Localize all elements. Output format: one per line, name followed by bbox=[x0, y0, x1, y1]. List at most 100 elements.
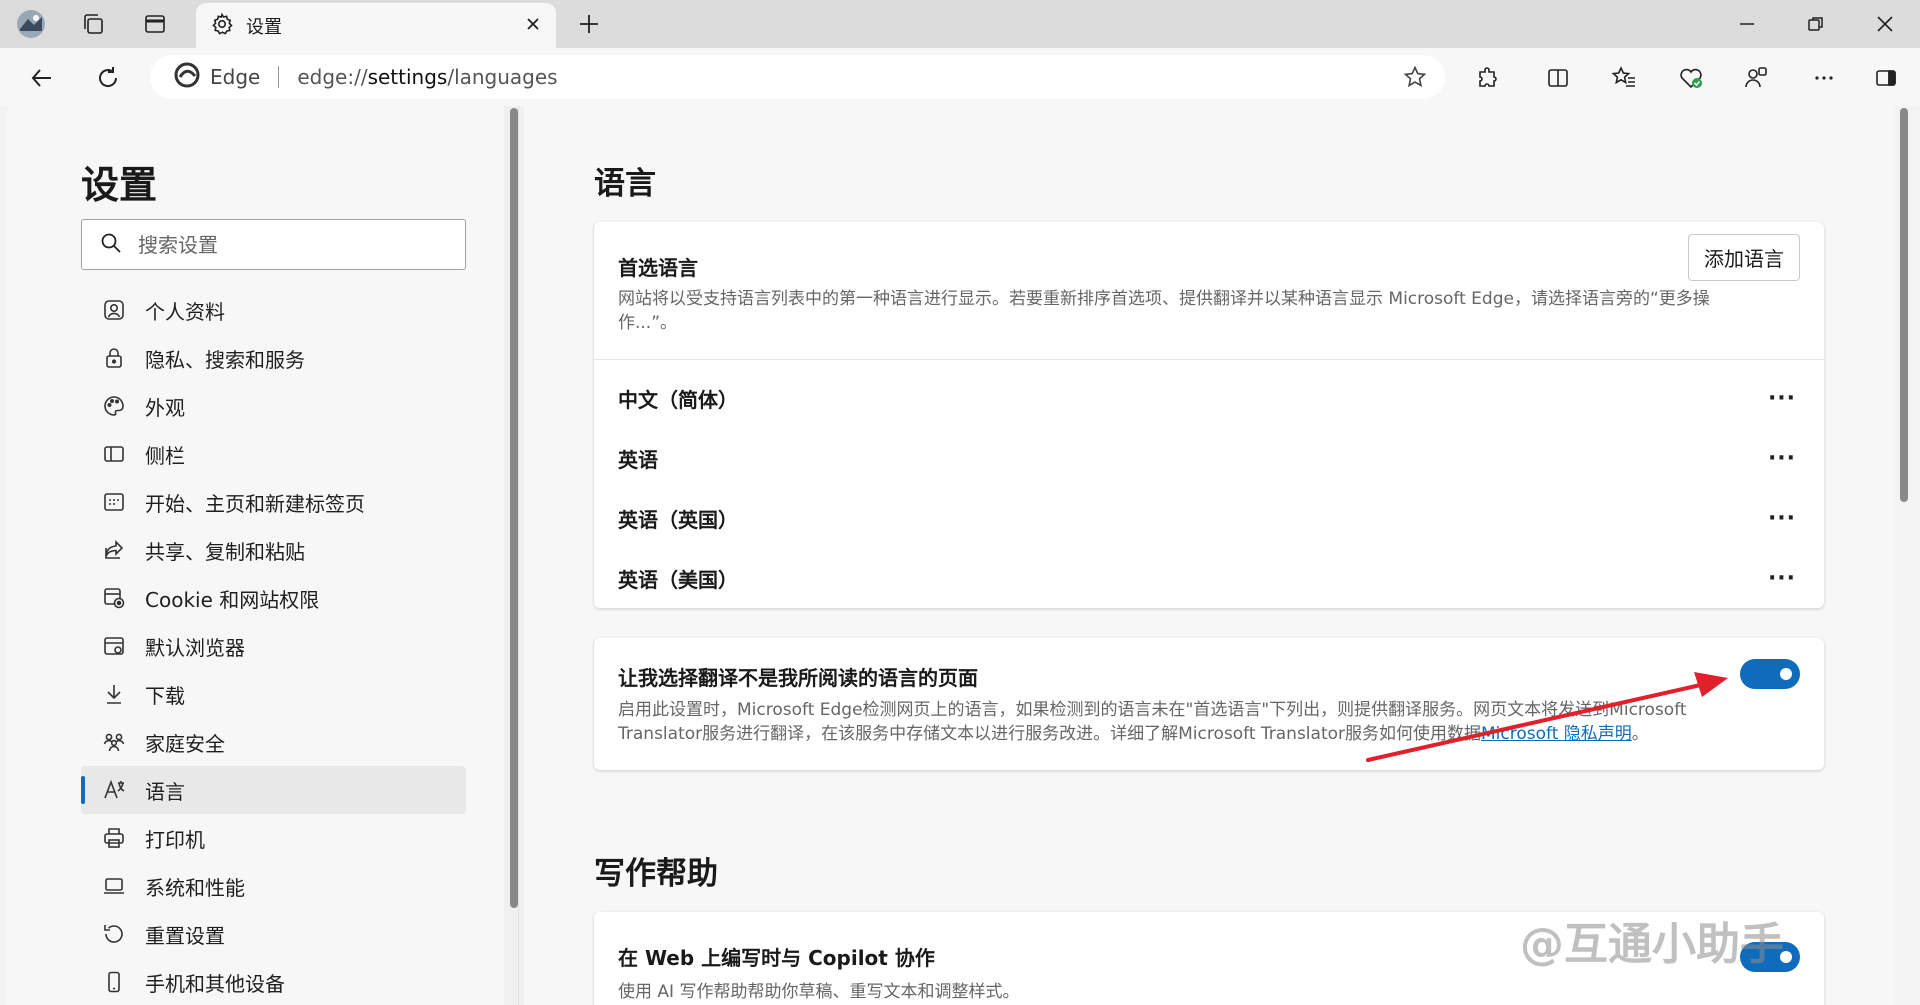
translate-offer-card: 让我选择翻译不是我所阅读的语言的页面 启用此设置时，Microsoft Edge… bbox=[594, 638, 1824, 770]
refresh-icon[interactable] bbox=[90, 60, 126, 96]
nav-item-privacy[interactable]: 隐私、搜索和服务 bbox=[81, 334, 466, 382]
settings-nav: 个人资料 隐私、搜索和服务 外观 侧栏 开始、主页和新建标签页 共享、复制和粘贴 bbox=[81, 286, 466, 1005]
profile-icon bbox=[101, 297, 127, 323]
nav-item-sidebar[interactable]: 侧栏 bbox=[81, 430, 466, 478]
nav-label: 下载 bbox=[145, 683, 185, 708]
printer-icon bbox=[101, 825, 127, 851]
translate-offer-title: 让我选择翻译不是我所阅读的语言的页面 bbox=[618, 666, 978, 690]
url-scheme: edge:// bbox=[297, 65, 368, 89]
more-actions-icon[interactable]: ··· bbox=[1764, 506, 1800, 531]
phone-icon bbox=[101, 969, 127, 995]
settings-title: 设置 bbox=[81, 163, 158, 207]
translate-desc-tail: 。 bbox=[1631, 724, 1649, 744]
lock-icon bbox=[101, 345, 127, 371]
nav-label: 外观 bbox=[145, 395, 185, 420]
nav-item-languages[interactable]: 语言 bbox=[81, 766, 466, 814]
back-icon[interactable] bbox=[24, 60, 60, 96]
language-row: 英语 ··· bbox=[618, 438, 1800, 478]
nav-item-system[interactable]: 系统和性能 bbox=[81, 862, 466, 910]
more-actions-icon[interactable]: ··· bbox=[1764, 566, 1800, 591]
nav-label: 手机和其他设备 bbox=[145, 971, 285, 996]
nav-label: 打印机 bbox=[145, 827, 205, 852]
more-options-icon[interactable] bbox=[1806, 60, 1842, 96]
settings-page: 设置 个人资料 隐私、搜索和服务 外观 侧栏 bbox=[6, 106, 1914, 1005]
copilot-writing-title: 在 Web 上编写时与 Copilot 协作 bbox=[618, 946, 935, 970]
privacy-statement-link[interactable]: Microsoft 隐私声明 bbox=[1481, 724, 1632, 744]
nav-item-family[interactable]: 家庭安全 bbox=[81, 718, 466, 766]
gear-icon bbox=[210, 12, 234, 40]
nav-item-phone[interactable]: 手机和其他设备 bbox=[81, 958, 466, 1005]
languages-content: 语言 首选语言 添加语言 网站将以受支持语言列表中的第一种语言进行显示。若要重新… bbox=[519, 106, 1894, 1005]
favorites-icon[interactable] bbox=[1606, 60, 1642, 96]
browser-icon bbox=[101, 633, 127, 659]
settings-sidebar: 设置 个人资料 隐私、搜索和服务 外观 侧栏 bbox=[6, 106, 502, 1005]
browser-toolbar: Edge edge://settings/languages bbox=[0, 48, 1920, 106]
nav-label: 隐私、搜索和服务 bbox=[145, 347, 305, 372]
share-icon bbox=[101, 537, 127, 563]
nav-item-profile[interactable]: 个人资料 bbox=[81, 286, 466, 334]
nav-item-share[interactable]: 共享、复制和粘贴 bbox=[81, 526, 466, 574]
nav-label: Cookie 和网站权限 bbox=[145, 587, 320, 612]
edge-logo-icon bbox=[174, 62, 200, 93]
copilot-writing-desc: 使用 AI 写作帮助帮助你草稿、重写文本和调整样式。 bbox=[618, 982, 1020, 1002]
close-window-icon[interactable] bbox=[1853, 0, 1917, 48]
extensions-icon[interactable] bbox=[1470, 60, 1506, 96]
nav-item-downloads[interactable]: 下载 bbox=[81, 670, 466, 718]
nav-label: 共享、复制和粘贴 bbox=[145, 539, 305, 564]
nav-item-appearance[interactable]: 外观 bbox=[81, 382, 466, 430]
tab-strip: 设置 bbox=[0, 0, 1920, 48]
minimize-icon[interactable] bbox=[1715, 0, 1779, 48]
address-bar[interactable]: Edge edge://settings/languages bbox=[150, 55, 1445, 99]
language-row: 英语（英国） ··· bbox=[618, 498, 1800, 538]
search-input[interactable] bbox=[138, 232, 438, 257]
workspaces-icon[interactable] bbox=[78, 10, 108, 38]
language-row: 中文（简体） ··· bbox=[618, 378, 1800, 418]
more-actions-icon[interactable]: ··· bbox=[1764, 386, 1800, 411]
language-row: 英语（美国） ··· bbox=[618, 558, 1800, 598]
toggle-knob bbox=[1780, 668, 1792, 680]
sidebar-scroll-thumb[interactable] bbox=[510, 108, 518, 908]
search-icon bbox=[100, 232, 122, 258]
tab-title: 设置 bbox=[246, 16, 282, 38]
laptop-icon bbox=[101, 873, 127, 899]
more-actions-icon[interactable]: ··· bbox=[1764, 446, 1800, 471]
nav-label: 开始、主页和新建标签页 bbox=[145, 491, 365, 516]
sidebar-toggle-icon[interactable] bbox=[1868, 60, 1904, 96]
palette-icon bbox=[101, 393, 127, 419]
tab-settings[interactable]: 设置 bbox=[196, 3, 556, 48]
nav-item-start-home[interactable]: 开始、主页和新建标签页 bbox=[81, 478, 466, 526]
watermark: @互通小助手 bbox=[1520, 919, 1784, 970]
nav-item-reset[interactable]: 重置设置 bbox=[81, 910, 466, 958]
cookie-icon bbox=[101, 585, 127, 611]
sidebar-icon bbox=[101, 441, 127, 467]
restore-icon[interactable] bbox=[1784, 0, 1848, 48]
nav-item-default-browser[interactable]: 默认浏览器 bbox=[81, 622, 466, 670]
writing-section-title: 写作帮助 bbox=[594, 856, 718, 892]
nav-item-printers[interactable]: 打印机 bbox=[81, 814, 466, 862]
vertical-tabs-icon[interactable] bbox=[140, 10, 170, 38]
nav-label: 语言 bbox=[145, 779, 185, 804]
family-icon bbox=[101, 729, 127, 755]
address-separator bbox=[278, 66, 280, 88]
favorite-star-icon[interactable] bbox=[1403, 65, 1427, 94]
nav-label: 系统和性能 bbox=[145, 875, 245, 900]
language-name: 英语（美国） bbox=[618, 567, 738, 592]
collections-icon[interactable] bbox=[1738, 60, 1774, 96]
new-tab-icon[interactable] bbox=[574, 10, 604, 38]
language-icon bbox=[101, 777, 127, 803]
close-tab-icon[interactable] bbox=[524, 15, 542, 37]
preferred-languages-card: 首选语言 添加语言 网站将以受支持语言列表中的第一种语言进行显示。若要重新排序首… bbox=[594, 222, 1824, 608]
translate-offer-toggle[interactable] bbox=[1740, 659, 1800, 689]
content-scrollbar[interactable] bbox=[1894, 106, 1914, 1005]
nav-label: 个人资料 bbox=[145, 299, 225, 324]
content-scroll-thumb[interactable] bbox=[1900, 108, 1908, 502]
add-language-button[interactable]: 添加语言 bbox=[1688, 234, 1800, 281]
nav-label: 重置设置 bbox=[145, 923, 225, 948]
profile-avatar-icon[interactable] bbox=[16, 10, 46, 38]
preferred-languages-title: 首选语言 bbox=[618, 256, 698, 280]
language-name: 英语 bbox=[618, 447, 658, 472]
search-box[interactable] bbox=[81, 219, 466, 270]
split-screen-icon[interactable] bbox=[1540, 60, 1576, 96]
nav-item-cookies[interactable]: Cookie 和网站权限 bbox=[81, 574, 466, 622]
browser-essentials-icon[interactable] bbox=[1673, 60, 1709, 96]
